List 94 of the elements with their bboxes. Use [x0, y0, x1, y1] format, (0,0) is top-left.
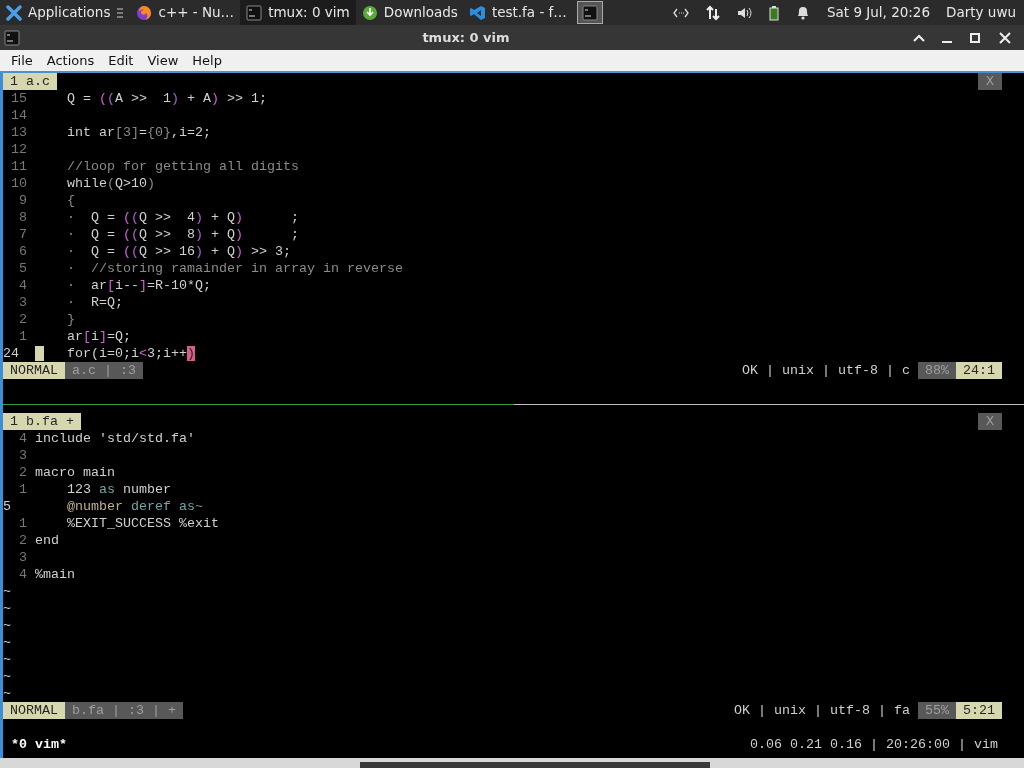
code-line: 123 as number [66, 481, 171, 498]
menu-item[interactable]: File [4, 50, 40, 71]
battery-icon [768, 4, 779, 21]
maximize-icon [968, 31, 982, 44]
code-line: · Q = ((Q >> 16) + Q) >> 3; [67, 243, 291, 260]
code-line: //loop for getting all digits [67, 158, 299, 175]
applications-button[interactable]: Applications [0, 0, 131, 25]
cursor-position: 24:1 [956, 362, 1002, 379]
menu-icon [116, 5, 125, 20]
scroll-percent: 55% [918, 702, 956, 719]
taskbar-button[interactable]: tmux: 0 vim [240, 0, 356, 25]
buffer-tab[interactable]: 1 a.c [3, 73, 57, 90]
filler-tilde: ~ [3, 651, 11, 668]
file-format-info: OK | unix | utf-8 | c [742, 362, 911, 379]
line-number: 4 [18, 566, 28, 583]
code-line: end [35, 532, 59, 549]
download-icon [361, 4, 378, 21]
code-line: · Q = ((Q >> 4) + Q) ; [67, 209, 299, 226]
tmux-window[interactable]: *0 vim* [3, 736, 67, 753]
code-line: include 'std/std.fa' [35, 430, 195, 447]
code-line: %main [35, 566, 75, 583]
code-line: · R=Q; [67, 294, 123, 311]
filler-tilde: ~ [3, 583, 11, 600]
line-number: 24 [3, 345, 20, 362]
line-number: 5 [18, 260, 28, 277]
filler-tilde: ~ [3, 617, 11, 634]
taskbar-button[interactable]: test.fa - f… [463, 0, 573, 25]
file-info: b.fa | :3 | + [65, 702, 183, 719]
line-number: 2 [18, 532, 28, 549]
terminal-icon [4, 29, 20, 46]
code-line: · //storing ramainder in array in reverse [67, 260, 403, 277]
line-number: 3 [18, 447, 28, 464]
scroll-percent: 88% [918, 362, 956, 379]
menu-item[interactable]: View [140, 50, 186, 71]
line-number: 13 [10, 124, 28, 141]
menu-item[interactable]: Edit [101, 50, 141, 71]
line-number: 1 [18, 515, 28, 532]
line-number: 15 [10, 90, 28, 107]
line-number: 9 [18, 192, 28, 209]
window-title: tmux: 0 vim [422, 28, 510, 47]
line-number: 2 [18, 311, 28, 328]
browser-icon [136, 4, 153, 21]
line-number: 1 [18, 328, 28, 345]
logo-icon [6, 4, 22, 21]
file-format-info: OK | unix | utf-8 | fa [734, 702, 911, 719]
line-number: 1 [18, 481, 28, 498]
line-number: 12 [10, 141, 28, 158]
file-info: a.c | :3 [65, 362, 143, 379]
filler-tilde: ~ [3, 668, 11, 685]
clock: Sat 9 Jul, 20:26 [826, 3, 931, 23]
transfer-icon [704, 4, 721, 21]
mode-indicator: NORMAL [3, 702, 65, 719]
line-number: 6 [18, 243, 28, 260]
close-icon [998, 31, 1012, 44]
menu-item[interactable]: Actions [39, 50, 102, 71]
line-number: 14 [10, 107, 28, 124]
line-number: 8 [18, 209, 28, 226]
minimize-icon [942, 40, 952, 43]
code-line: macro main [35, 464, 115, 481]
user-name: Darty uwu [946, 3, 1016, 23]
filler-tilde: ~ [3, 685, 11, 702]
line-number: 2 [18, 464, 28, 481]
filler-tilde: ~ [3, 634, 11, 651]
code-line: } [67, 311, 75, 328]
line-number: 4 [18, 277, 28, 294]
code-line: while(Q>10) [67, 175, 155, 192]
taskbar-button[interactable]: c++ - Nu… [130, 0, 241, 25]
line-number: 4 [18, 430, 28, 447]
line-number: 3 [18, 294, 28, 311]
filler-tilde: ~ [3, 600, 11, 617]
line-number: 5 [3, 498, 12, 515]
code-line: { [67, 192, 75, 209]
mode-indicator: NORMAL [3, 362, 65, 379]
line-number: 11 [10, 158, 28, 175]
code-line: int ar[3]={0},i=2; [67, 124, 211, 141]
code-editor-icon [469, 4, 486, 21]
taskbar-button[interactable] [576, 1, 603, 24]
code-line: · ar[i--]=R-10*Q; [67, 277, 211, 294]
code-line: ar[i]=Q; [67, 328, 131, 345]
scrollbar[interactable] [0, 758, 1024, 768]
code-line: @number deref as~ [66, 498, 203, 515]
buffer-tab[interactable]: 1 b.fa + [3, 413, 81, 430]
terminal-icon [581, 4, 598, 21]
cursor-position: 5:21 [956, 702, 1002, 719]
line-number: 7 [18, 226, 28, 243]
terminal-icon [246, 4, 263, 21]
taskbar-button[interactable]: Downloads [355, 0, 464, 25]
line-number: 3 [18, 549, 28, 566]
tmux-status-info: 0.06 0.21 0.16 | 20:26:00 | vim [750, 736, 999, 753]
code-line: %EXIT_SUCCESS %exit [66, 515, 219, 532]
line-number: 10 [10, 175, 28, 192]
code-line: Q = ((A >> 1) + A) >> 1; [67, 90, 267, 107]
menu-item[interactable]: Help [185, 50, 229, 71]
code-line: · Q = ((Q >> 8) + Q) ; [67, 226, 299, 243]
